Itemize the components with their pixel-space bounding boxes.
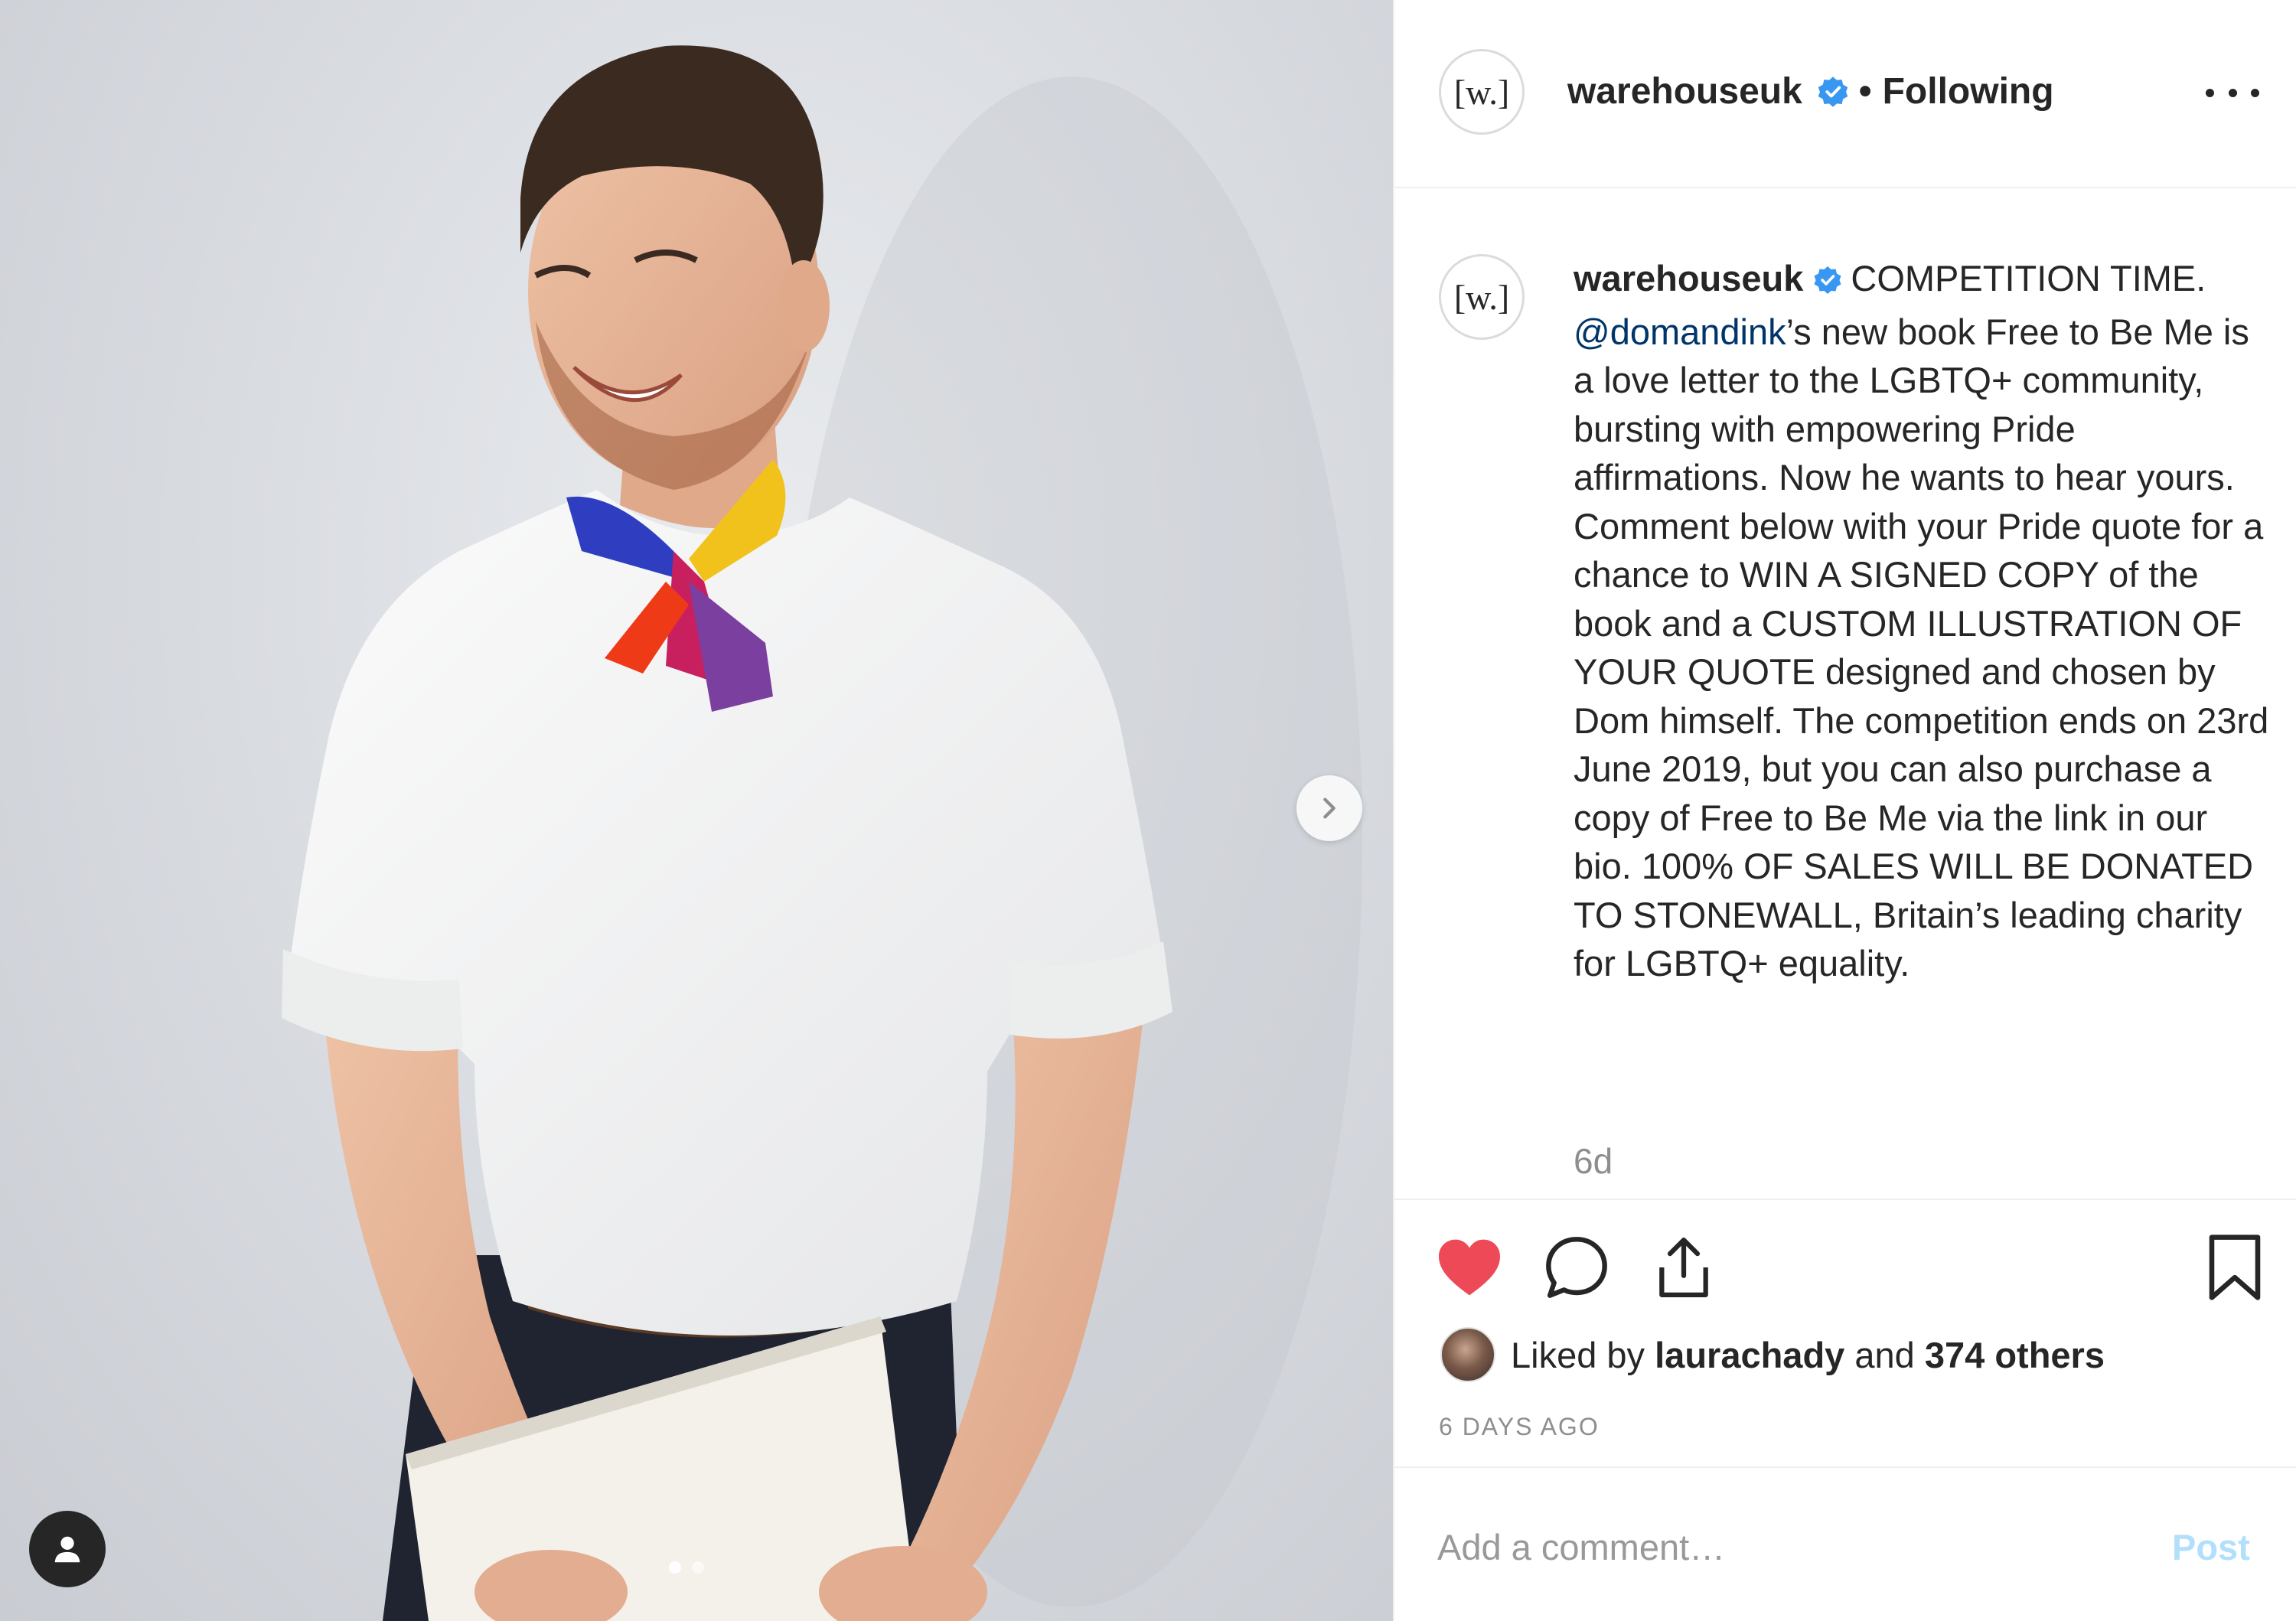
bookmark-icon [2209, 1235, 2261, 1300]
header-user-info: warehouseuk • Following [1567, 70, 2054, 113]
caption-avatar-logo-text: [w.] [1453, 277, 1510, 317]
comment-input[interactable] [1437, 1512, 2111, 1581]
post-actions: Liked by laurachady and 374 others 6 DAY… [1394, 1199, 2296, 1466]
caption-body: ’s new book Free to Be Me is a love lett… [1574, 311, 2269, 984]
likes-prefix: Liked by [1511, 1334, 1645, 1375]
following-button[interactable]: Following [1883, 70, 2054, 113]
post-photo-illustration [282, 45, 1362, 1621]
liker-username-link[interactable]: laurachady [1655, 1334, 1844, 1376]
caption-avatar[interactable]: [w.] [1439, 254, 1525, 340]
caption-verified-badge-icon [1812, 259, 1843, 308]
comment-icon [1546, 1237, 1607, 1298]
carousel-dot [692, 1561, 704, 1574]
user-tag-icon [54, 1536, 80, 1563]
user-tags-button[interactable] [29, 1511, 106, 1587]
caption-area: [w.] warehouseuk COMPETITION TIME. @doman… [1394, 188, 2296, 1199]
caption-timestamp[interactable]: 6d [1574, 1140, 1613, 1182]
post-side-panel: [w.] warehouseuk • Following [w.] wareho… [1393, 0, 2296, 1621]
verified-badge-icon [1816, 75, 1850, 109]
liker-avatar[interactable] [1440, 1327, 1495, 1382]
share-button[interactable] [1647, 1231, 1720, 1304]
post-header: [w.] warehouseuk • Following [1394, 0, 2296, 188]
carousel-indicator [669, 1561, 704, 1574]
more-options-icon[interactable] [2206, 73, 2259, 112]
like-button[interactable] [1433, 1231, 1506, 1304]
comment-box: Post [1394, 1466, 2296, 1621]
header-separator: • [1858, 71, 1872, 112]
likes-summary: Liked by laurachady and 374 others [1440, 1327, 2105, 1382]
avatar-logo-text: [w.] [1453, 72, 1510, 112]
likes-others-link[interactable]: 374 others [1925, 1334, 2105, 1376]
post-photo[interactable] [0, 0, 1393, 1621]
save-button[interactable] [2198, 1231, 2272, 1304]
caption-text: warehouseuk COMPETITION TIME. @domandink’… [1574, 254, 2270, 988]
caption-intro: COMPETITION TIME. [1851, 258, 2206, 298]
chevron-right-icon [1323, 797, 1336, 819]
comment-button[interactable] [1540, 1231, 1613, 1304]
header-username[interactable]: warehouseuk [1567, 70, 1802, 113]
carousel-dot-active [669, 1561, 681, 1574]
caption-mention-link[interactable]: @domandink [1574, 311, 1786, 352]
profile-avatar[interactable]: [w.] [1439, 49, 1525, 135]
likes-conjunction: and [1854, 1334, 1915, 1375]
post-date[interactable]: 6 DAYS AGO [1439, 1413, 1600, 1441]
caption-username[interactable]: warehouseuk [1574, 258, 1803, 298]
share-icon [1659, 1238, 1708, 1297]
carousel-next-button[interactable] [1296, 775, 1362, 841]
post-comment-button[interactable]: Post [2172, 1526, 2250, 1568]
heart-filled-icon [1439, 1239, 1500, 1296]
